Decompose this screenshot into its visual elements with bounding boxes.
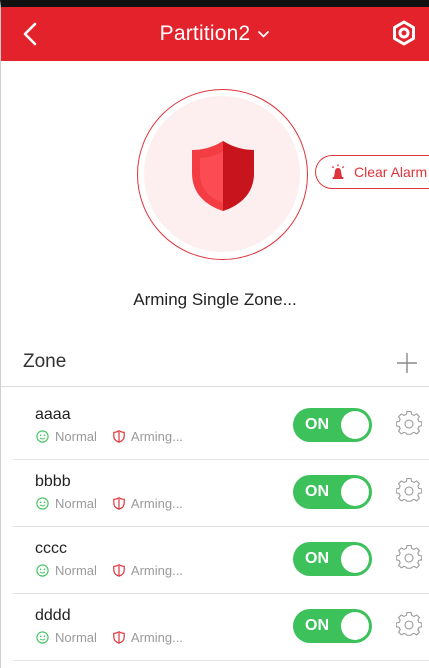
smile-icon: [36, 564, 49, 577]
toggle-label: ON: [305, 416, 329, 433]
zone-section-title: Zone: [23, 351, 67, 372]
toggle-label: ON: [305, 550, 329, 567]
zone-toggle[interactable]: ON: [293, 408, 372, 442]
zone-status-line: Normal Arming...: [36, 429, 183, 444]
zone-toggle[interactable]: ON: [293, 475, 372, 509]
zone-arming: Arming...: [130, 496, 183, 511]
gear-icon[interactable]: [396, 612, 422, 638]
zone-arming: Arming...: [130, 563, 183, 578]
zone-row[interactable]: bbbb Normal Arming... ON: [1, 460, 429, 527]
arming-status-ring[interactable]: [137, 89, 308, 260]
zone-status: Normal: [55, 630, 97, 645]
zone-arming: Arming...: [130, 429, 183, 444]
clear-alarm-button[interactable]: Clear Alarm: [315, 155, 429, 189]
toggle-label: ON: [305, 483, 329, 500]
row-divider: [13, 660, 429, 661]
gear-icon[interactable]: [396, 411, 422, 437]
zone-section-header: Zone: [1, 337, 429, 387]
zone-name: cccc: [35, 540, 67, 557]
app-header: Partition2: [1, 7, 429, 61]
toggle-knob: [341, 612, 369, 640]
zone-status-line: Normal Arming...: [36, 496, 183, 511]
zone-row[interactable]: cccc Normal Arming... ON: [1, 527, 429, 594]
gear-icon[interactable]: [390, 19, 418, 47]
zone-name: aaaa: [35, 406, 71, 423]
smile-icon: [36, 631, 49, 644]
zone-status-line: Normal Arming...: [36, 630, 183, 645]
shield-icon: [113, 497, 125, 510]
smile-icon: [36, 497, 49, 510]
zone-row[interactable]: dddd Normal Arming... ON: [1, 594, 429, 661]
toggle-knob: [341, 478, 369, 506]
clear-alarm-label: Clear Alarm: [354, 164, 428, 180]
siren-icon: [331, 164, 345, 179]
zone-status: Normal: [55, 563, 97, 578]
partition-screen: Partition2 Clear Alarm Arming Single Zon…: [0, 0, 429, 668]
zone-toggle[interactable]: ON: [293, 609, 372, 643]
gear-icon[interactable]: [396, 545, 422, 571]
toggle-label: ON: [305, 617, 329, 634]
shield-icon: [113, 430, 125, 443]
partition-selector[interactable]: Partition2: [1, 7, 429, 61]
chevron-down-icon: [258, 31, 270, 38]
smile-icon: [36, 430, 49, 443]
toggle-knob: [341, 411, 369, 439]
zone-row[interactable]: aaaa Normal Arming... ON: [1, 393, 429, 460]
zone-status-line: Normal Arming...: [36, 563, 183, 578]
zone-name: dddd: [35, 607, 71, 624]
gear-icon[interactable]: [396, 478, 422, 504]
shield-icon: [113, 631, 125, 644]
shield-icon: [113, 564, 125, 577]
zone-toggle[interactable]: ON: [293, 542, 372, 576]
plus-icon[interactable]: [395, 351, 419, 375]
toggle-knob: [341, 545, 369, 573]
arming-status-text: Arming Single Zone...: [133, 290, 297, 309]
page-title: Partition2: [159, 22, 251, 45]
zone-name: bbbb: [35, 473, 71, 490]
zone-header-divider: [1, 386, 429, 387]
zone-status: Normal: [55, 496, 97, 511]
zone-status: Normal: [55, 429, 97, 444]
zone-arming: Arming...: [130, 630, 183, 645]
arming-status-disc: [144, 96, 300, 252]
shield-icon: [192, 141, 254, 211]
